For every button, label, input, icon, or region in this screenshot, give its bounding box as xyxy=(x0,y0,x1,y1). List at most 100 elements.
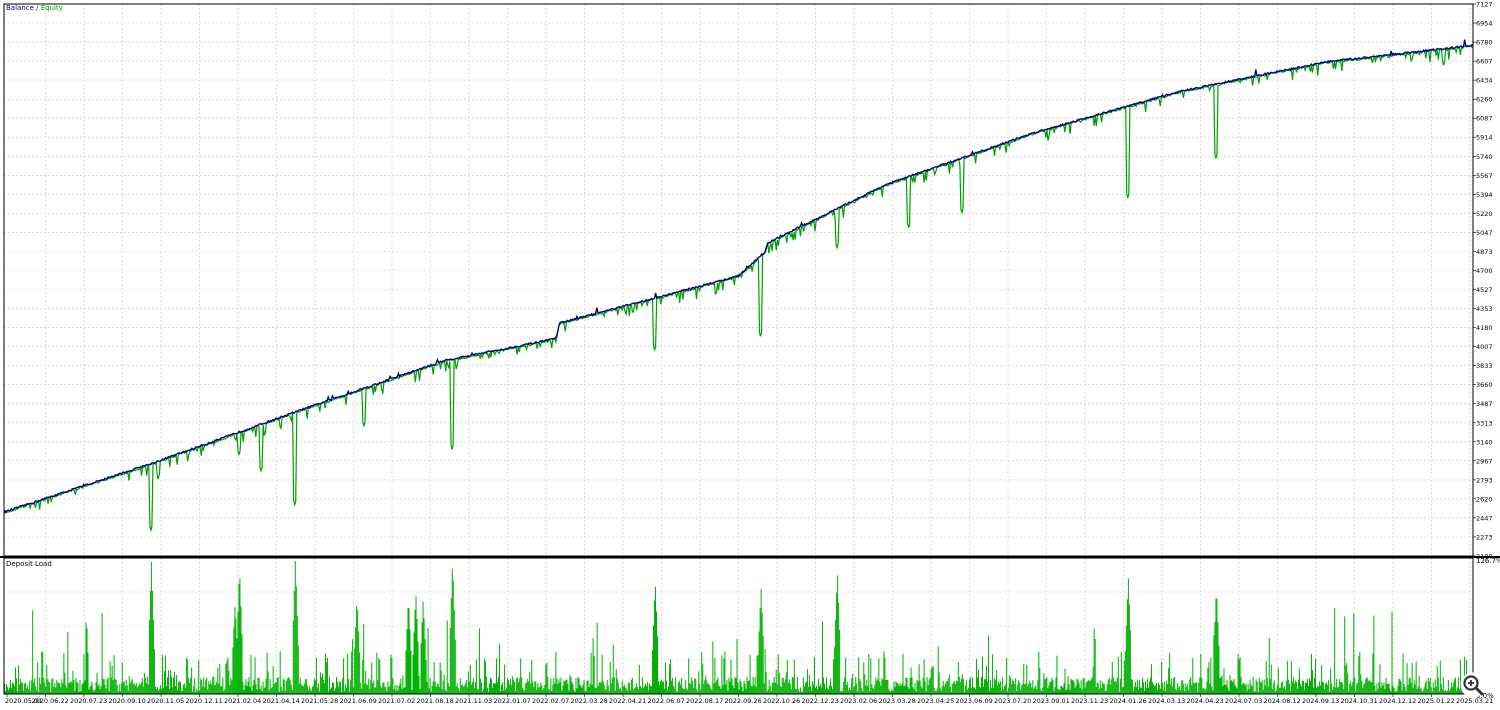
deposit-load-bar xyxy=(390,654,392,694)
deposit-load-bar xyxy=(488,683,490,694)
deposit-load-bar xyxy=(1387,684,1389,694)
deposit-load-bar xyxy=(916,680,918,694)
deposit-load-bar xyxy=(1145,688,1147,694)
deposit-load-bar xyxy=(1046,676,1048,694)
deposit-load-bar xyxy=(731,678,733,694)
deposit-load-bar xyxy=(89,686,91,694)
deposit-load-bar xyxy=(486,687,488,694)
deposit-load-bar xyxy=(165,686,167,694)
deposit-load-bar xyxy=(1379,664,1381,694)
y-tick-label: 2447 xyxy=(1476,514,1493,522)
x-tick-label: 2021.02.04 xyxy=(224,697,261,705)
deposit-load-bar xyxy=(228,670,230,694)
deposit-load-bar xyxy=(818,686,820,694)
deposit-load-bar xyxy=(101,613,103,694)
deposit-load-bar xyxy=(781,678,783,694)
deposit-load-bar xyxy=(626,690,628,694)
deposit-load-bar xyxy=(1412,687,1414,694)
deposit-load-bar xyxy=(1325,683,1327,694)
deposit-load-bar xyxy=(833,659,835,694)
deposit-load-bar xyxy=(703,683,705,694)
deposit-load-bar xyxy=(22,683,24,694)
deposit-load-bar xyxy=(1171,678,1173,694)
deposit-load-bar xyxy=(110,677,112,694)
deposit-load-bar xyxy=(732,685,734,694)
deposit-load-bar xyxy=(1327,684,1329,694)
deposit-load-bar xyxy=(145,683,147,694)
deposit-load-bar xyxy=(111,665,113,694)
x-tick-label: 2020.12.11 xyxy=(186,697,223,705)
deposit-load-bar xyxy=(511,685,513,694)
x-tick-label: 2020.06.22 xyxy=(32,697,69,705)
deposit-load-bar xyxy=(398,686,400,694)
deposit-load-bar xyxy=(277,676,279,694)
deposit-load-bar xyxy=(340,681,342,694)
deposit-load-bar xyxy=(831,685,833,694)
deposit-load-bar xyxy=(966,689,968,694)
deposit-load-bar xyxy=(14,685,16,694)
deposit-load-bar xyxy=(532,681,534,694)
zoom-button[interactable] xyxy=(1460,672,1486,698)
deposit-load-bar xyxy=(657,636,659,694)
deposit-load-bar xyxy=(348,678,350,694)
deposit-load-bar xyxy=(782,677,784,694)
deposit-load-bar xyxy=(440,670,442,694)
deposit-load-bar xyxy=(640,688,642,694)
deposit-load-bar xyxy=(1015,678,1017,694)
deposit-load-bar xyxy=(802,677,804,694)
deposit-load-bar xyxy=(1192,657,1194,694)
deposit-load-bar xyxy=(671,680,673,694)
deposit-load-bar xyxy=(245,678,247,694)
deposit-load-bar xyxy=(127,690,129,694)
deposit-load-bar xyxy=(185,687,187,694)
deposit-load-bar xyxy=(704,680,706,694)
deposit-load-bar xyxy=(1129,630,1131,694)
deposit-load-bar xyxy=(799,687,801,694)
deposit-load-bar xyxy=(573,690,575,694)
deposit-load-bar xyxy=(37,662,39,694)
deposit-load-bar xyxy=(984,679,986,694)
deposit-load-bar xyxy=(1442,677,1444,694)
deposit-load-bar xyxy=(762,636,764,694)
y-axis-ticks: 7127 6954 6780 6607 6434 6260 6087 5914 5740 5567… xyxy=(1473,1,1493,561)
deposit-load-bar xyxy=(728,677,730,694)
deposit-load-bar xyxy=(921,688,923,694)
deposit-load-bar xyxy=(1135,686,1137,694)
deposit-load-bar xyxy=(246,685,248,694)
deposit-load-bar xyxy=(646,682,648,694)
deposit-load-bar xyxy=(1369,680,1371,694)
deposit-load-bar xyxy=(988,635,990,694)
deposit-load-bar xyxy=(434,681,436,694)
deposit-load-bar xyxy=(1435,686,1437,694)
deposit-load-bar xyxy=(1303,689,1305,694)
x-tick-label: 2021.04.14 xyxy=(263,697,300,705)
deposit-load-bar xyxy=(1173,678,1175,694)
deposit-load-bar xyxy=(1137,689,1139,694)
deposit-load-bar xyxy=(535,681,537,694)
deposit-load-bar xyxy=(164,655,166,694)
deposit-load-bar xyxy=(182,690,184,694)
deposit-load-bar xyxy=(354,648,356,694)
deposit-load-bar xyxy=(193,686,195,694)
deposit-load-bar xyxy=(539,686,541,694)
deposit-load-bar xyxy=(1180,690,1182,694)
deposit-load-bar xyxy=(707,683,709,694)
deposit-load-bar xyxy=(1420,687,1422,694)
deposit-load-bar xyxy=(1073,681,1075,694)
deposit-load-bar xyxy=(756,655,758,694)
deposit-load-bar xyxy=(296,615,298,694)
deposit-load-bar xyxy=(768,679,770,694)
deposit-load-bar xyxy=(695,678,697,694)
deposit-load-bar xyxy=(1125,625,1127,694)
deposit-load-bar xyxy=(134,685,136,694)
deposit-load-bar xyxy=(586,680,588,694)
y-tick-label: 2620 xyxy=(1476,495,1493,503)
deposit-load-bar xyxy=(143,672,145,694)
deposit-load-bar xyxy=(219,663,221,694)
deposit-load-bar xyxy=(142,686,144,694)
deposit-load-bar xyxy=(1286,660,1288,694)
deposit-load-bar xyxy=(124,686,126,694)
deposit-load-bar xyxy=(803,686,805,694)
deposit-load-bar xyxy=(1030,683,1032,694)
deposit-load-bar xyxy=(1407,684,1409,694)
